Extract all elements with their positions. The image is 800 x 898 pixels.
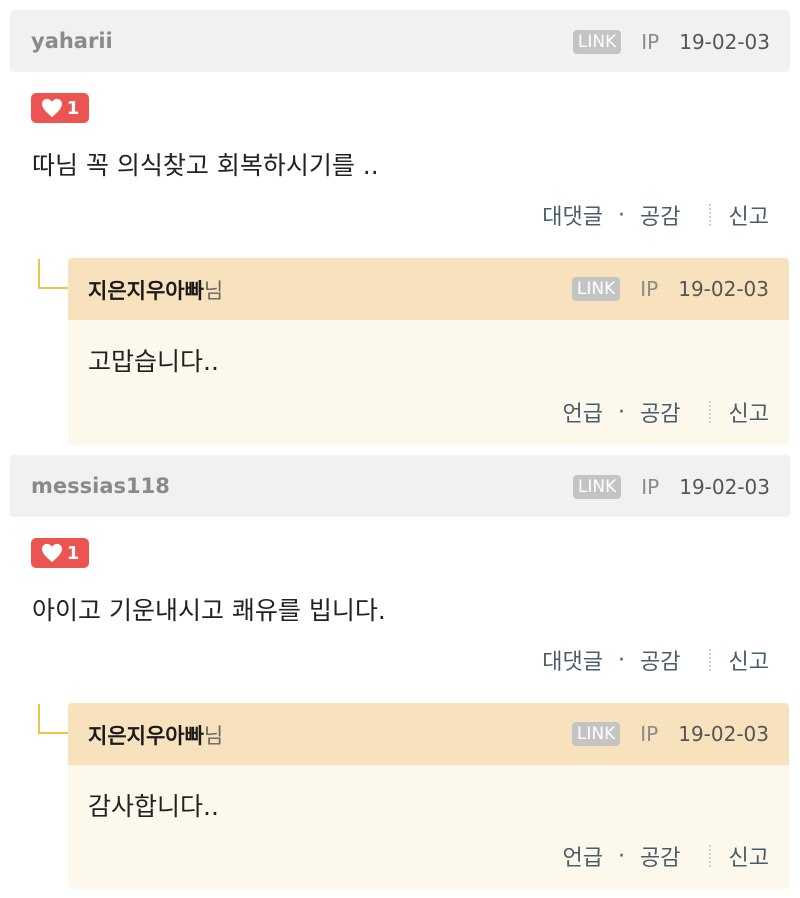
comment-meta: LINK IP 19-02-03 [572, 473, 770, 501]
ip-label: IP [641, 30, 660, 54]
link-badge[interactable]: LINK [572, 475, 622, 499]
reply-date: 19-02-03 [678, 277, 769, 301]
ip-label: IP [640, 722, 659, 746]
reply-author-name: 지은지우아빠 [88, 279, 204, 303]
reply-author-name: 지은지우아빠 [88, 724, 204, 748]
like-count-badge: 1 [31, 93, 89, 123]
mention-button[interactable]: 언급 [563, 396, 603, 428]
reply-meta: LINK IP 19-02-03 [571, 720, 769, 748]
reply-header: 지은지우아빠님 LINK IP 19-02-03 [68, 258, 789, 320]
reply-button[interactable]: 대댓글 [542, 644, 603, 676]
comment-author[interactable]: yaharii [31, 29, 113, 53]
comment-header: yaharii LINK IP 19-02-03 [10, 10, 790, 72]
comment-text: 따님 꼭 의식찾고 회복하시기를 .. [32, 151, 379, 180]
report-button[interactable]: 신고 [729, 840, 769, 872]
comment-header: messias118 LINK IP 19-02-03 [10, 455, 790, 517]
reply-button[interactable]: 대댓글 [542, 199, 603, 231]
ip-label: IP [641, 475, 660, 499]
reply-connector [38, 259, 68, 289]
reply-text: 고맙습니다.. [88, 347, 219, 376]
report-button[interactable]: 신고 [729, 199, 769, 231]
reply-connector [38, 704, 68, 734]
reply-author-suffix: 님 [203, 279, 224, 303]
reply-author-suffix: 님 [203, 724, 224, 748]
like-button[interactable]: 공감 [640, 396, 680, 428]
link-badge[interactable]: LINK [571, 722, 621, 746]
like-count: 1 [66, 542, 80, 564]
reply-author[interactable]: 지은지우아빠님 [88, 275, 223, 305]
reply-meta: LINK IP 19-02-03 [571, 275, 769, 303]
action-divider [708, 649, 711, 671]
action-divider [708, 204, 711, 226]
reply-date: 19-02-03 [678, 722, 769, 746]
comment-actions: 대댓글 · 공감 신고 [542, 644, 769, 676]
mention-button[interactable]: 언급 [563, 840, 603, 872]
reply-header: 지은지우아빠님 LINK IP 19-02-03 [68, 703, 789, 765]
reply-text: 감사합니다.. [88, 792, 219, 821]
like-count: 1 [66, 97, 80, 119]
action-divider-dot: · [618, 399, 626, 425]
comment-meta: LINK IP 19-02-03 [572, 28, 770, 56]
reply-actions: 언급 · 공감 신고 [563, 396, 769, 428]
heart-icon [41, 98, 62, 118]
report-button[interactable]: 신고 [729, 644, 769, 676]
action-divider [708, 401, 711, 423]
ip-label: IP [640, 277, 659, 301]
comment-date: 19-02-03 [679, 30, 770, 54]
like-button[interactable]: 공감 [640, 199, 680, 231]
reply-actions: 언급 · 공감 신고 [563, 840, 769, 872]
comment-date: 19-02-03 [679, 475, 770, 499]
comment-author[interactable]: messias118 [31, 474, 170, 498]
like-button[interactable]: 공감 [640, 644, 680, 676]
action-divider [708, 845, 711, 867]
action-divider-dot: · [618, 843, 626, 869]
comment-actions: 대댓글 · 공감 신고 [542, 199, 769, 231]
comment-text: 아이고 기운내시고 쾌유를 빕니다. [32, 596, 386, 625]
reply-author[interactable]: 지은지우아빠님 [88, 720, 223, 750]
action-divider-dot: · [618, 647, 626, 673]
link-badge[interactable]: LINK [571, 277, 621, 301]
like-count-badge: 1 [31, 538, 89, 568]
report-button[interactable]: 신고 [729, 396, 769, 428]
action-divider-dot: · [618, 202, 626, 228]
like-button[interactable]: 공감 [640, 840, 680, 872]
link-badge[interactable]: LINK [572, 30, 622, 54]
heart-icon [41, 543, 62, 563]
